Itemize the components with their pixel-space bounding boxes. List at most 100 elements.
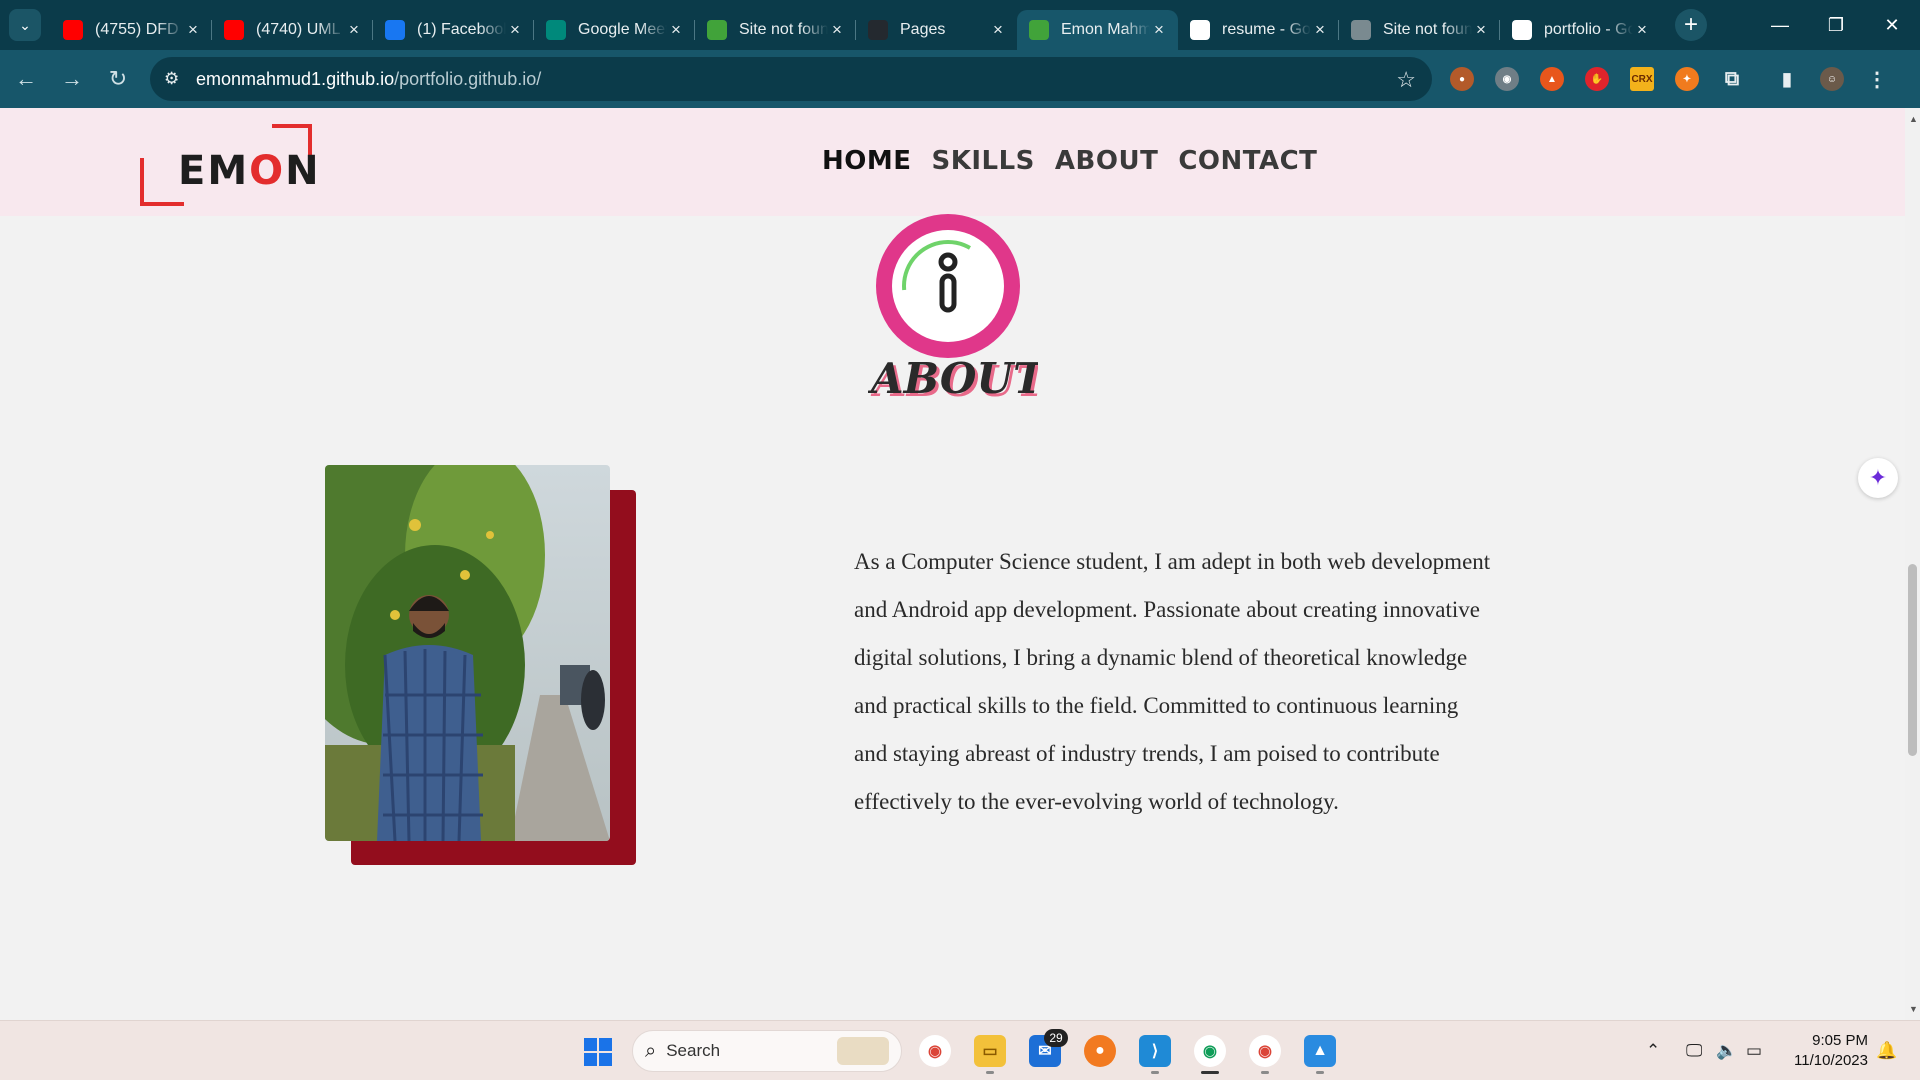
- new-tab-button[interactable]: +: [1675, 9, 1707, 41]
- github-pages-icon: [707, 20, 727, 40]
- browser-tab[interactable]: Google Meet ×: [533, 10, 695, 50]
- taskbar-clock[interactable]: 9:05 PM 11/10/2023: [1780, 1031, 1868, 1071]
- bookmark-star-icon[interactable]: ☆: [1396, 67, 1416, 93]
- browser-tab[interactable]: (4755) DFD ×: [51, 10, 212, 50]
- profile-avatar[interactable]: ☺: [1820, 67, 1844, 91]
- tab-title: Site not found: [1383, 21, 1472, 38]
- restore-button[interactable]: ❐: [1808, 0, 1864, 50]
- browser-tab[interactable]: portfolio - Google×: [1499, 10, 1661, 50]
- tab-close-icon[interactable]: ×: [1311, 20, 1329, 40]
- crx-extension-icon[interactable]: CRX: [1630, 67, 1654, 91]
- clock-time: 9:05 PM: [1812, 1032, 1868, 1049]
- google-icon: [1190, 20, 1210, 40]
- tab-close-icon[interactable]: ×: [1633, 20, 1651, 40]
- volume-icon[interactable]: 🔈: [1716, 1041, 1737, 1061]
- active-indicator: [1201, 1071, 1219, 1074]
- browser-tab-bar: ⌄ (4755) DFD × (4740) UML × (1) Facebook × Goo…: [0, 0, 1920, 50]
- forward-button[interactable]: →: [52, 59, 92, 99]
- url-path: /portfolio.github.io/: [394, 68, 542, 89]
- search-highlight-image: [837, 1037, 889, 1065]
- facebook-icon: [385, 20, 405, 40]
- firefox-icon[interactable]: ●: [1084, 1035, 1116, 1067]
- tab-search-button[interactable]: ⌄: [9, 9, 41, 41]
- google-meet-icon: [546, 20, 566, 40]
- tab-close-icon[interactable]: ×: [989, 20, 1007, 40]
- windows-taskbar: ⌕ Search ◉ ▭ ✉ 29 ● ⟩ ◉ ◉ ▲ ⌃ 🖵 🔈 ▭ 9:05…: [0, 1020, 1920, 1080]
- file-explorer-icon[interactable]: ▭: [974, 1035, 1006, 1067]
- arrow-left-icon: ←: [15, 66, 37, 91]
- back-button[interactable]: ←: [6, 59, 46, 99]
- browser-tab[interactable]: Site not found ×: [1338, 10, 1500, 50]
- window-controls: — ❐ ✕: [1752, 0, 1920, 50]
- browser-tab[interactable]: (1) Facebook ×: [372, 10, 534, 50]
- chevron-down-icon: ⌄: [19, 16, 31, 33]
- running-indicator: [986, 1071, 994, 1074]
- more-menu-icon[interactable]: ⋮: [1865, 67, 1889, 91]
- tab-title: portfolio - Google: [1544, 21, 1633, 38]
- minimize-button[interactable]: —: [1752, 0, 1808, 50]
- arrow-right-icon: →: [61, 66, 83, 91]
- browser-tab[interactable]: Site not found ×: [694, 10, 856, 50]
- running-indicator: [1316, 1071, 1324, 1074]
- extension-icon-4[interactable]: ✋: [1585, 67, 1609, 91]
- nav-contact[interactable]: CONTACT: [1178, 146, 1317, 176]
- plus-icon: +: [1683, 11, 1698, 38]
- tab-close-icon[interactable]: ×: [1150, 20, 1168, 40]
- logo-text-o: O: [249, 148, 286, 194]
- chrome-profile-1-icon[interactable]: ◉: [1194, 1035, 1226, 1067]
- globe-icon: [1351, 20, 1371, 40]
- address-bar[interactable]: ⚙ emonmahmud1.github.io/portfolio.github…: [150, 57, 1432, 101]
- site-header: EMON HOME SKILLS ABOUT CONTACT: [0, 108, 1905, 216]
- tab-close-icon[interactable]: ×: [345, 20, 363, 40]
- close-window-button[interactable]: ✕: [1864, 0, 1920, 50]
- tab-close-icon[interactable]: ×: [828, 20, 846, 40]
- vscode-icon[interactable]: ⟩: [1139, 1035, 1171, 1067]
- notification-bell-icon[interactable]: 🔔: [1876, 1041, 1897, 1061]
- scroll-thumb[interactable]: [1908, 564, 1917, 756]
- reload-button[interactable]: ↻: [98, 59, 138, 99]
- extension-icon-2[interactable]: ◉: [1495, 67, 1519, 91]
- network-icon[interactable]: 🖵: [1686, 1041, 1702, 1061]
- reload-icon: ↻: [108, 66, 128, 91]
- about-heading-text: ABOUT: [868, 354, 1038, 403]
- logo-bracket: [272, 124, 312, 128]
- browser-tab[interactable]: Emon Mahmud×: [1017, 10, 1178, 50]
- site-info-icon[interactable]: ⚙: [164, 69, 186, 89]
- tab-close-icon[interactable]: ×: [1472, 20, 1490, 40]
- page-scrollbar[interactable]: ▲ ▼: [1905, 108, 1920, 1020]
- tab-title: (4755) DFD: [95, 21, 179, 38]
- taskbar-search-box[interactable]: ⌕ Search: [632, 1030, 902, 1072]
- about-heading: ABOUT ABOUT: [868, 354, 1038, 406]
- extension-icon-1[interactable]: ●: [1450, 67, 1474, 91]
- scroll-down-arrow-icon[interactable]: ▼: [1909, 1004, 1918, 1014]
- youtube-icon: [224, 20, 244, 40]
- chrome-taskbar-icon[interactable]: ◉: [919, 1035, 951, 1067]
- tab-close-icon[interactable]: ×: [506, 20, 524, 40]
- url-text[interactable]: emonmahmud1.github.io/portfolio.github.i…: [196, 69, 541, 90]
- nav-home[interactable]: HOME: [822, 146, 912, 176]
- chevron-up-icon[interactable]: ⌃: [1646, 1041, 1660, 1061]
- battery-icon[interactable]: ▭: [1746, 1041, 1762, 1061]
- tab-strip: (4755) DFD × (4740) UML × (1) Facebook × Googl…: [51, 0, 1661, 50]
- chrome-profile-2-icon[interactable]: ◉: [1249, 1035, 1281, 1067]
- profile-photo: [325, 465, 610, 841]
- browser-tab[interactable]: resume - Google×: [1178, 10, 1339, 50]
- photos-icon[interactable]: ▲: [1304, 1035, 1336, 1067]
- extension-icon-3[interactable]: ▲: [1540, 67, 1564, 91]
- tab-close-icon[interactable]: ×: [184, 20, 202, 40]
- scroll-up-arrow-icon[interactable]: ▲: [1909, 114, 1918, 124]
- nav-about[interactable]: ABOUT: [1055, 146, 1158, 176]
- site-logo[interactable]: EMON: [138, 122, 358, 210]
- side-panel-icon[interactable]: ▮: [1775, 67, 1799, 91]
- sparkle-assistant-icon[interactable]: ✦: [1858, 458, 1898, 498]
- tab-title: Emon Mahmud: [1061, 21, 1150, 38]
- browser-tab[interactable]: Pages ×: [855, 10, 1017, 50]
- extensions-puzzle-icon[interactable]: ⧉: [1720, 67, 1744, 91]
- windows-start-icon[interactable]: [584, 1038, 612, 1066]
- tab-close-icon[interactable]: ×: [667, 20, 685, 40]
- tab-title: Google Meet: [578, 21, 667, 38]
- logo-text-part: EM: [178, 148, 250, 194]
- browser-tab[interactable]: (4740) UML ×: [211, 10, 373, 50]
- extension-icon-6[interactable]: ✦: [1675, 67, 1699, 91]
- nav-skills[interactable]: SKILLS: [932, 146, 1035, 176]
